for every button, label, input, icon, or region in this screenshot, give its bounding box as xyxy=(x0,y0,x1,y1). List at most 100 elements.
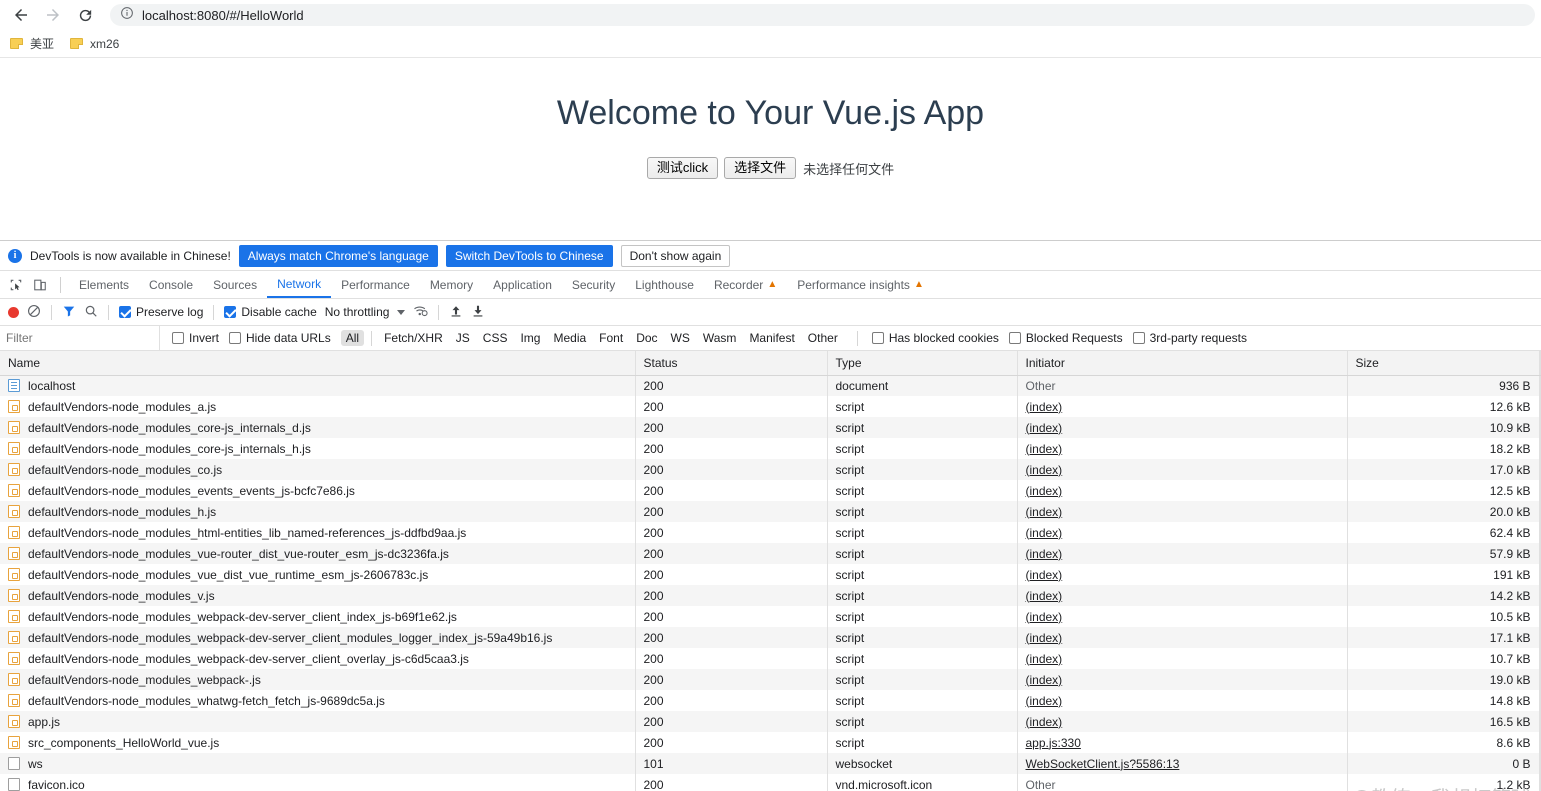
tab-sources[interactable]: Sources xyxy=(203,271,267,298)
switch-to-chinese-button[interactable]: Switch DevTools to Chinese xyxy=(445,244,613,267)
preserve-log-checkbox[interactable]: Preserve log xyxy=(119,305,203,319)
tab-network[interactable]: Network xyxy=(267,271,332,298)
column-header-initiator[interactable]: Initiator xyxy=(1017,351,1348,376)
choose-file-button[interactable]: 选择文件 xyxy=(724,157,797,179)
table-row[interactable]: defaultVendors-node_modules_v.js 200 scrip… xyxy=(0,585,1541,606)
type-filter-other[interactable]: Other xyxy=(803,330,843,346)
export-har-icon[interactable] xyxy=(471,304,485,321)
file-input[interactable]: 选择文件 未选择任何文件 xyxy=(724,157,894,179)
cell-initiator[interactable]: (index) xyxy=(1017,501,1348,522)
type-filter-img[interactable]: Img xyxy=(515,330,545,346)
table-row[interactable]: ws 101 websocket WebSocketClient.js?5586:13… xyxy=(0,753,1541,774)
device-toolbar-icon[interactable] xyxy=(28,273,52,297)
bookmark-meiya[interactable]: 美亚 xyxy=(10,35,54,52)
cell-initiator[interactable]: WebSocketClient.js?5586:13 xyxy=(1017,753,1348,774)
tab-security[interactable]: Security xyxy=(562,271,625,298)
type-filter-doc[interactable]: Doc xyxy=(631,330,662,346)
table-row[interactable]: defaultVendors-node_modules_whatwg-fetch… xyxy=(0,690,1541,711)
disable-cache-checkbox[interactable]: Disable cache xyxy=(224,305,317,319)
type-filter-css[interactable]: CSS xyxy=(478,330,513,346)
table-row[interactable]: favicon.ico 200 vnd.microsoft.icon Other 1.2… xyxy=(0,774,1541,791)
tab-console[interactable]: Console xyxy=(139,271,203,298)
dont-show-again-button[interactable]: Don't show again xyxy=(620,244,731,267)
column-header-time[interactable]: Ti xyxy=(1539,351,1541,376)
clear-icon[interactable] xyxy=(27,304,41,321)
address-bar[interactable]: localhost:8080/#/HelloWorld xyxy=(110,4,1535,26)
info-circle-icon[interactable] xyxy=(120,6,134,25)
cell-initiator[interactable]: (index) xyxy=(1017,648,1348,669)
cell-initiator[interactable]: (index) xyxy=(1017,459,1348,480)
bookmark-xm26[interactable]: xm26 xyxy=(70,37,119,51)
type-filter-js[interactable]: JS xyxy=(451,330,475,346)
type-filter-ws[interactable]: WS xyxy=(666,330,695,346)
hide-data-urls-checkbox[interactable]: Hide data URLs xyxy=(229,331,331,345)
record-button-icon[interactable] xyxy=(8,306,19,318)
has-blocked-cookies-checkbox[interactable]: Has blocked cookies xyxy=(871,331,999,345)
table-row[interactable]: defaultVendors-node_modules_h.js 200 scrip… xyxy=(0,501,1541,522)
inspect-element-icon[interactable] xyxy=(4,273,28,297)
cell-initiator[interactable]: (index) xyxy=(1017,606,1348,627)
tab-memory[interactable]: Memory xyxy=(420,271,483,298)
table-row[interactable]: defaultVendors-node_modules_webpack-dev-… xyxy=(0,627,1541,648)
cell-initiator[interactable]: (index) xyxy=(1017,417,1348,438)
throttling-select[interactable]: No throttling xyxy=(325,305,390,319)
third-party-requests-checkbox[interactable]: 3rd-party requests xyxy=(1132,331,1247,345)
tab-performance-insights[interactable]: Performance insights ▲ xyxy=(787,271,934,298)
tab-application[interactable]: Application xyxy=(483,271,562,298)
table-row[interactable]: defaultVendors-node_modules_core-js_inte… xyxy=(0,417,1541,438)
cell-initiator[interactable]: (index) xyxy=(1017,480,1348,501)
type-filter-fetch-xhr[interactable]: Fetch/XHR xyxy=(379,330,448,346)
table-row[interactable]: defaultVendors-node_modules_vue_dist_vue… xyxy=(0,564,1541,585)
cell-initiator[interactable]: (index) xyxy=(1017,438,1348,459)
import-har-icon[interactable] xyxy=(449,304,463,321)
table-row[interactable]: defaultVendors-node_modules_vue-router_d… xyxy=(0,543,1541,564)
always-match-language-button[interactable]: Always match Chrome's language xyxy=(238,244,438,267)
test-click-button[interactable]: 测试click xyxy=(646,157,719,179)
invert-checkbox[interactable]: Invert xyxy=(172,331,219,345)
cell-initiator[interactable]: (index) xyxy=(1017,711,1348,732)
table-row[interactable]: src_components_HelloWorld_vue.js 200 scrip… xyxy=(0,732,1541,753)
tab-elements[interactable]: Elements xyxy=(69,271,139,298)
cell-initiator[interactable]: (index) xyxy=(1017,522,1348,543)
type-filter-all[interactable]: All xyxy=(340,330,365,346)
search-icon[interactable] xyxy=(84,304,98,321)
back-arrow-icon[interactable] xyxy=(6,0,36,30)
type-filter-manifest[interactable]: Manifest xyxy=(744,330,799,346)
table-row[interactable]: defaultVendors-node_modules_html-entitie… xyxy=(0,522,1541,543)
reload-icon[interactable] xyxy=(70,0,100,30)
cell-initiator[interactable]: (index) xyxy=(1017,396,1348,417)
column-header-name[interactable]: Name xyxy=(0,351,636,376)
table-row[interactable]: defaultVendors-node_modules_webpack-dev-… xyxy=(0,648,1541,669)
cell-initiator[interactable]: (index) xyxy=(1017,564,1348,585)
table-row[interactable]: defaultVendors-node_modules_core-js_inte… xyxy=(0,438,1541,459)
table-row[interactable]: defaultVendors-node_modules_webpack-.js 2… xyxy=(0,669,1541,690)
tab-lighthouse[interactable]: Lighthouse xyxy=(625,271,704,298)
table-row[interactable]: localhost 200 document Other 936 B xyxy=(0,375,1541,396)
column-header-status[interactable]: Status xyxy=(635,351,828,376)
cell-initiator[interactable]: (index) xyxy=(1017,669,1348,690)
filter-icon[interactable] xyxy=(62,304,76,321)
cell-initiator[interactable]: (index) xyxy=(1017,690,1348,711)
table-row[interactable]: defaultVendors-node_modules_co.js 200 scri… xyxy=(0,459,1541,480)
column-header-type[interactable]: Type xyxy=(827,351,1018,376)
cell-initiator[interactable]: app.js:330 xyxy=(1017,732,1348,753)
filter-input[interactable] xyxy=(0,326,160,350)
type-filter-media[interactable]: Media xyxy=(548,330,591,346)
blocked-requests-checkbox[interactable]: Blocked Requests xyxy=(1008,331,1123,345)
table-row[interactable]: app.js 200 script (index) 16.5 kB xyxy=(0,711,1541,732)
type-filter-font[interactable]: Font xyxy=(594,330,628,346)
cell-initiator[interactable]: (index) xyxy=(1017,585,1348,606)
column-header-size[interactable]: Size xyxy=(1347,351,1540,376)
chevron-down-icon[interactable] xyxy=(397,309,406,315)
forward-arrow-icon[interactable] xyxy=(38,0,68,30)
network-conditions-icon[interactable] xyxy=(413,303,429,321)
network-request-table-wrapper[interactable]: Name Status Type Initiator Size Ti local… xyxy=(0,351,1541,791)
table-row[interactable]: defaultVendors-node_modules_webpack-dev-… xyxy=(0,606,1541,627)
cell-initiator[interactable]: (index) xyxy=(1017,627,1348,648)
cell-initiator[interactable]: (index) xyxy=(1017,543,1348,564)
tab-performance[interactable]: Performance xyxy=(331,271,420,298)
table-row[interactable]: defaultVendors-node_modules_events_event… xyxy=(0,480,1541,501)
type-filter-wasm[interactable]: Wasm xyxy=(698,330,742,346)
table-row[interactable]: defaultVendors-node_modules_a.js 200 scrip… xyxy=(0,396,1541,417)
tab-recorder[interactable]: Recorder ▲ xyxy=(704,271,787,298)
